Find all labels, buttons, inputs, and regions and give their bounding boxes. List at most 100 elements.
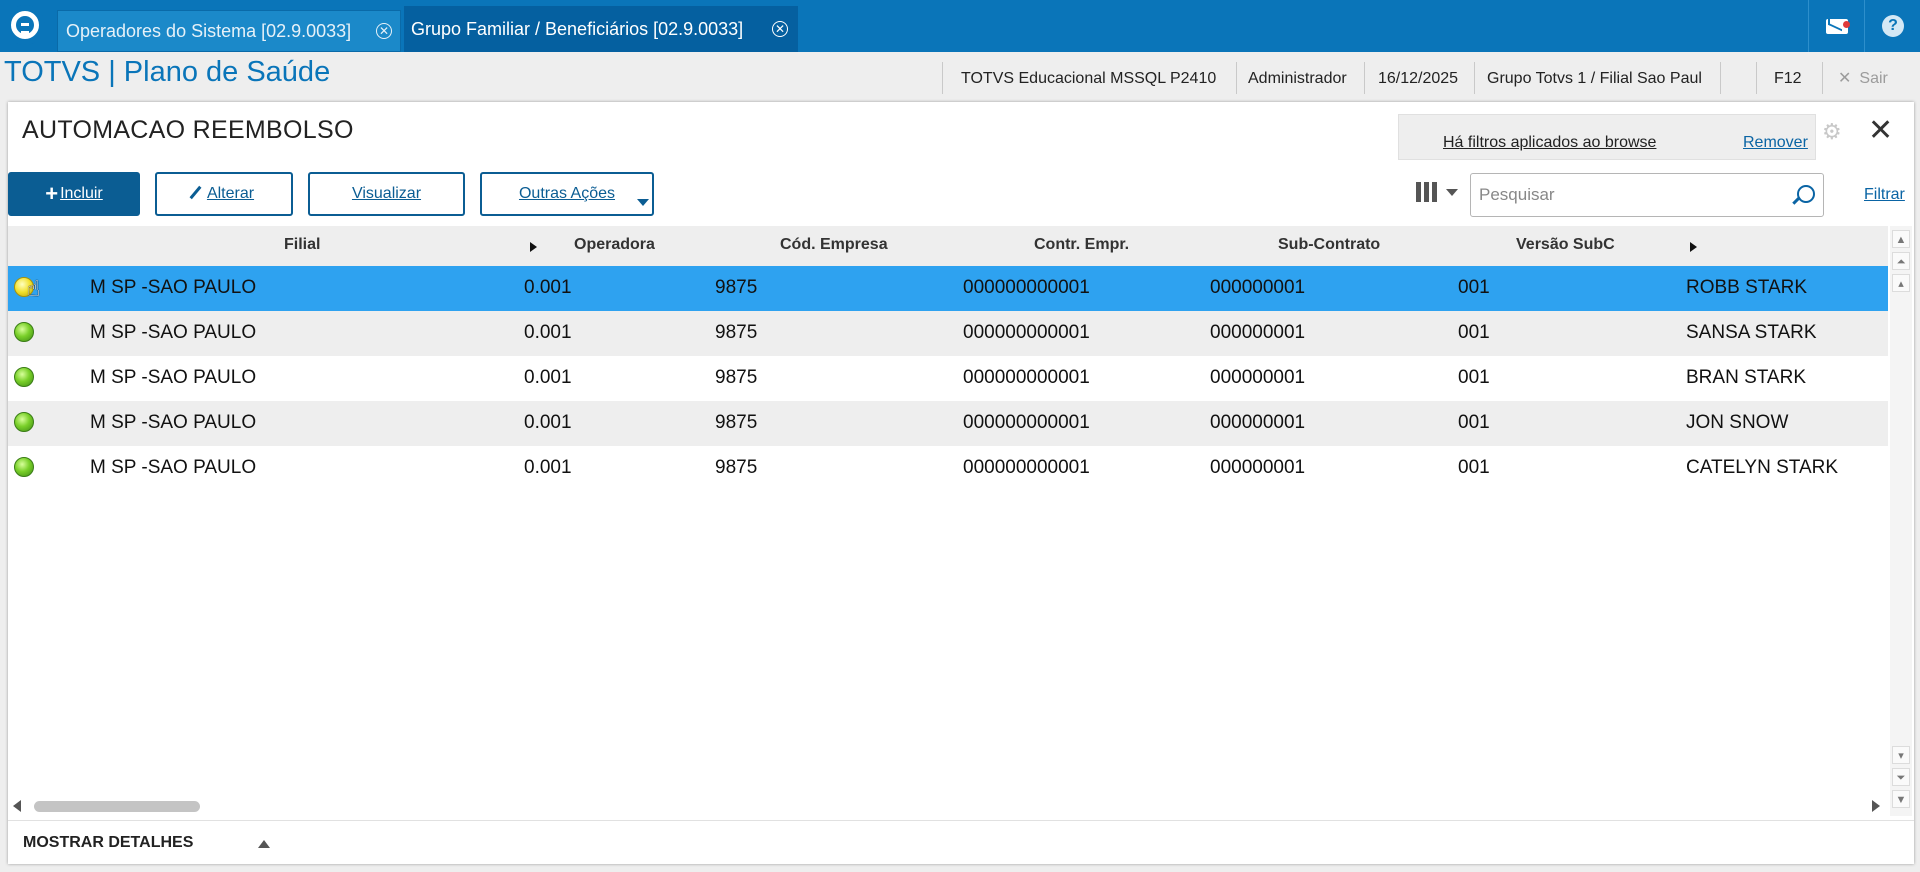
filter-notice-link[interactable]: Há filtros aplicados ao browse — [1443, 134, 1656, 152]
cell-operadora: 0.001 — [524, 367, 572, 388]
scroll-up-icon[interactable]: ▴ — [1892, 274, 1910, 292]
search-icon[interactable] — [1797, 185, 1815, 203]
column-header-contr-empr[interactable]: Contr. Empr. — [1034, 236, 1129, 254]
browse-title: AUTOMACAO REEMBOLSO — [22, 116, 354, 144]
cell-contr-empr: 000000000001 — [963, 277, 1090, 298]
grid-header: Filial Operadora Cód. Empresa Contr. Emp… — [8, 226, 1888, 266]
cell-sub-contrato: 000000001 — [1210, 322, 1306, 343]
chevron-up-icon — [258, 840, 270, 848]
cell-sub-contrato: 000000001 — [1210, 457, 1306, 478]
plus-icon: + — [45, 181, 59, 206]
search-placeholder: Pesquisar — [1479, 185, 1555, 204]
cell-cod-empresa: 9875 — [715, 412, 758, 433]
status-legend-icon[interactable] — [14, 367, 34, 387]
incluir-button[interactable]: + Incluir — [8, 172, 140, 216]
remove-filter-link[interactable]: Remover — [1743, 134, 1808, 152]
exit-button[interactable]: ✕ Sair — [1838, 66, 1888, 96]
cell-versao-subc: 001 — [1458, 277, 1490, 298]
status-legend-icon[interactable] — [14, 412, 34, 432]
visualizar-label: Visualizar — [351, 185, 422, 202]
expand-column-icon[interactable] — [530, 242, 537, 252]
scrollbar-thumb[interactable] — [34, 801, 200, 812]
shortcut-f12[interactable]: F12 — [1774, 66, 1802, 96]
tab-bar: Operadores do Sistema [02.9.0033] ✕ Grup… — [0, 0, 1920, 52]
vertical-scrollbar[interactable]: ▲ ⏶ ▴ ▾ ⏷ ▼ — [1890, 226, 1912, 816]
alterar-label: Alterar — [206, 185, 255, 202]
cell-versao-subc: 001 — [1458, 322, 1490, 343]
help-button[interactable]: ? — [1864, 0, 1920, 52]
cell-nome: ROBB STARK — [1686, 277, 1808, 298]
close-icon: ✕ — [1838, 70, 1852, 87]
cell-nome: CATELYN STARK — [1686, 457, 1839, 478]
expand-column-icon[interactable] — [1690, 242, 1697, 252]
cell-filial: M SP -SAO PAULO — [90, 322, 257, 343]
details-label: MOSTRAR DETALHES — [23, 834, 194, 851]
status-legend-icon[interactable] — [14, 322, 34, 342]
scroll-bottom-icon[interactable]: ▼ — [1892, 790, 1910, 808]
gear-icon[interactable]: ⚙ — [1822, 121, 1842, 143]
column-header-sub-contrato[interactable]: Sub-Contrato — [1278, 236, 1380, 254]
scroll-page-down-icon[interactable]: ⏷ — [1892, 768, 1910, 786]
search-input[interactable]: Pesquisar — [1470, 173, 1824, 217]
cell-cod-empresa: 9875 — [715, 277, 758, 298]
close-tab-icon[interactable]: ✕ — [772, 21, 788, 37]
table-row[interactable]: ☝ M SP -SAO PAULO 0.001 9875 000000000001 000… — [8, 266, 1888, 311]
cell-versao-subc: 001 — [1458, 367, 1490, 388]
scroll-page-up-icon[interactable]: ⏶ — [1892, 252, 1910, 270]
column-header-cod-empresa[interactable]: Cód. Empresa — [780, 236, 888, 254]
cell-cod-empresa: 9875 — [715, 322, 758, 343]
cell-sub-contrato: 000000001 — [1210, 277, 1306, 298]
branch-info[interactable]: Grupo Totvs 1 / Filial Sao Paul — [1487, 66, 1702, 96]
pencil-icon — [189, 185, 202, 199]
scroll-left-icon[interactable] — [13, 800, 21, 812]
status-legend-icon[interactable] — [14, 457, 34, 477]
cell-contr-empr: 000000000001 — [963, 412, 1090, 433]
outras-acoes-label: Outras Ações — [518, 185, 616, 202]
messages-button[interactable] — [1808, 0, 1865, 52]
column-header-filial[interactable]: Filial — [284, 236, 320, 254]
table-row[interactable]: M SP -SAO PAULO 0.001 9875 000000000001 0000… — [8, 401, 1888, 446]
incluir-label: Incluir — [60, 185, 103, 202]
tab-label: Operadores do Sistema [02.9.0033] — [66, 20, 352, 41]
columns-config-icon[interactable] — [1416, 182, 1458, 206]
table-row[interactable]: M SP -SAO PAULO 0.001 9875 000000000001 0000… — [8, 446, 1888, 491]
cell-nome: SANSA STARK — [1686, 322, 1817, 343]
app-header: TOTVS | Plano de Saúde TOTVS Educacional… — [0, 52, 1920, 102]
user-info[interactable]: Administrador — [1248, 66, 1347, 96]
cell-nome: BRAN STARK — [1686, 367, 1807, 388]
cell-operadora: 0.001 — [524, 277, 572, 298]
column-header-versao-subc[interactable]: Versão SubC — [1516, 236, 1615, 254]
close-tab-icon[interactable]: ✕ — [376, 23, 392, 39]
tab-label: Grupo Familiar / Beneficiários [02.9.003… — [411, 18, 744, 39]
scroll-right-icon[interactable] — [1872, 800, 1880, 812]
cell-filial: M SP -SAO PAULO — [90, 367, 257, 388]
cell-cod-empresa: 9875 — [715, 457, 758, 478]
alterar-button[interactable]: Alterar — [155, 172, 293, 216]
column-header-operadora[interactable]: Operadora — [574, 236, 655, 254]
cell-operadora: 0.001 — [524, 412, 572, 433]
outras-acoes-button[interactable]: Outras Ações — [480, 172, 654, 216]
totvs-logo-icon[interactable] — [5, 5, 45, 45]
table-row[interactable]: M SP -SAO PAULO 0.001 9875 000000000001 0000… — [8, 311, 1888, 356]
visualizar-button[interactable]: Visualizar — [308, 172, 465, 216]
cell-contr-empr: 000000000001 — [963, 457, 1090, 478]
scroll-down-icon[interactable]: ▾ — [1892, 746, 1910, 764]
tab-operadores-do-sistema[interactable]: Operadores do Sistema [02.9.0033] ✕ — [57, 10, 401, 52]
environment-info[interactable]: TOTVS Educacional MSSQL P2410 — [961, 66, 1216, 96]
table-row[interactable]: M SP -SAO PAULO 0.001 9875 000000000001 0000… — [8, 356, 1888, 401]
chevron-down-icon — [637, 199, 649, 206]
scroll-top-icon[interactable]: ▲ — [1892, 230, 1910, 248]
date-info[interactable]: 16/12/2025 — [1378, 66, 1458, 96]
filtrar-link[interactable]: Filtrar — [1864, 186, 1905, 204]
cell-nome: JON SNOW — [1686, 412, 1789, 433]
cell-sub-contrato: 000000001 — [1210, 412, 1306, 433]
cell-filial: M SP -SAO PAULO — [90, 277, 257, 298]
details-toggle[interactable]: MOSTRAR DETALHES — [8, 820, 1914, 865]
cell-filial: M SP -SAO PAULO — [90, 457, 257, 478]
horizontal-scrollbar[interactable] — [8, 797, 1888, 815]
close-icon[interactable]: ✕ — [1868, 116, 1893, 146]
exit-label: Sair — [1859, 70, 1888, 87]
cell-versao-subc: 001 — [1458, 457, 1490, 478]
cell-cod-empresa: 9875 — [715, 367, 758, 388]
tab-grupo-familiar[interactable]: Grupo Familiar / Beneficiários [02.9.003… — [404, 6, 798, 52]
